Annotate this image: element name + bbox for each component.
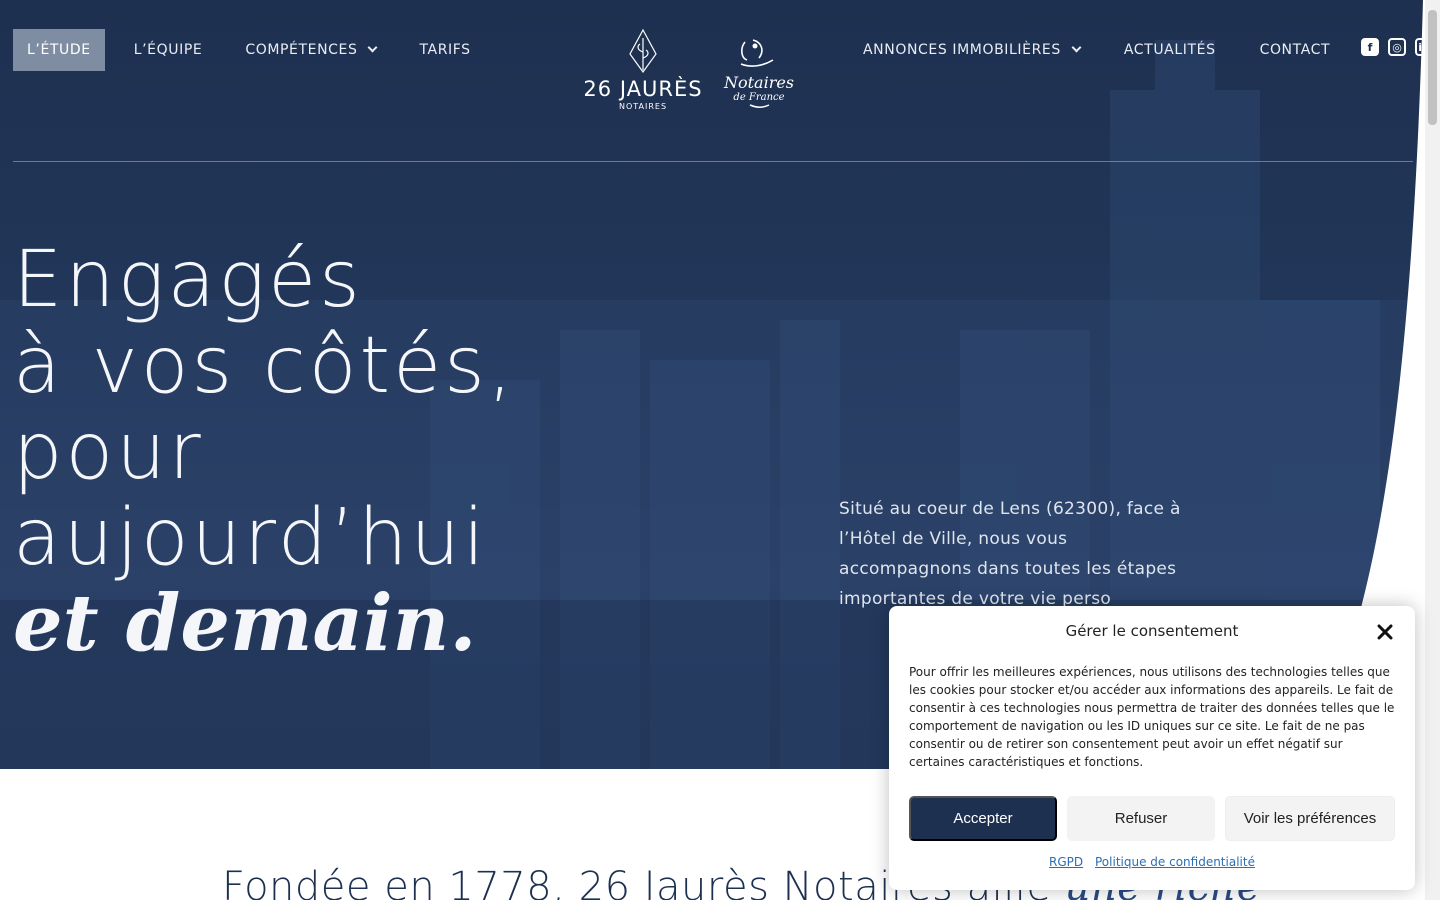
headline-line-1: Engagés [13, 235, 363, 325]
main-nav-left: L’ÉTUDE L’ÉQUIPE COMPÉTENCES TARIFS [13, 29, 500, 71]
nav-item-annonces-label: ANNONCES IMMOBILIÈRES [863, 42, 1061, 58]
nav-item-etude[interactable]: L’ÉTUDE [13, 29, 105, 71]
rgpd-link[interactable]: RGPD [1049, 855, 1083, 869]
headline-line-4: aujourd’hui [13, 493, 488, 583]
logo-subtitle: NOTAIRES [619, 102, 667, 111]
nav-item-contact[interactable]: CONTACT [1246, 29, 1345, 71]
headline-line-3: pour [13, 407, 204, 497]
nav-item-competences-label: COMPÉTENCES [245, 42, 358, 58]
header-divider [13, 161, 1413, 162]
diamond-leaf-icon [629, 28, 657, 74]
privacy-policy-link[interactable]: Politique de confidentialité [1095, 855, 1255, 869]
site-logo[interactable]: 26 JAURÈS NOTAIRES Notaires de France [585, 28, 800, 112]
logo-name: 26 JAURÈS [585, 76, 703, 101]
chevron-down-icon [1071, 42, 1082, 53]
nav-item-equipe[interactable]: L’ÉQUIPE [120, 29, 217, 71]
consent-body-text: Pour offrir les meilleures expériences, … [909, 665, 1395, 769]
nav-item-tarifs[interactable]: TARIFS [405, 29, 484, 71]
refuse-button[interactable]: Refuser [1067, 796, 1215, 841]
accept-button[interactable]: Accepter [909, 796, 1057, 841]
main-nav-right: ANNONCES IMMOBILIÈRES ACTUALITÉS CONTACT [849, 29, 1360, 71]
consent-title: Gérer le consentement [1065, 622, 1239, 640]
consent-links: RGPD Politique de confidentialité [889, 855, 1415, 869]
facebook-icon[interactable]: f [1361, 38, 1379, 56]
nav-item-annonces[interactable]: ANNONCES IMMOBILIÈRES [849, 29, 1094, 71]
hero-headline: Engagés à vos côtés, pour aujourd’hui et… [13, 237, 516, 667]
close-icon[interactable] [1375, 622, 1395, 642]
view-preferences-button[interactable]: Voir les préférences [1225, 796, 1395, 841]
chevron-down-icon [368, 42, 378, 53]
notaires-de-france-emblem-icon [740, 39, 774, 67]
page-scrollbar[interactable] [1425, 0, 1440, 900]
hero-intro-text: Situé au coeur de Lens (62300), face à l… [839, 499, 1181, 609]
instagram-icon[interactable]: ◎ [1388, 38, 1406, 56]
nav-item-competences[interactable]: COMPÉTENCES [231, 29, 390, 71]
social-links: f ◎ in [1361, 38, 1433, 56]
partner-logo-line-2: de France [733, 92, 784, 103]
headline-line-5: et demain. [13, 578, 477, 669]
cookie-consent-dialog: Gérer le consentement Pour offrir les me… [889, 606, 1415, 890]
scrollbar-thumb[interactable] [1428, 10, 1437, 125]
nav-item-actualites[interactable]: ACTUALITÉS [1110, 29, 1230, 71]
partner-logo-line-1: Notaires [723, 73, 794, 92]
headline-line-2: à vos côtés, [13, 321, 516, 411]
